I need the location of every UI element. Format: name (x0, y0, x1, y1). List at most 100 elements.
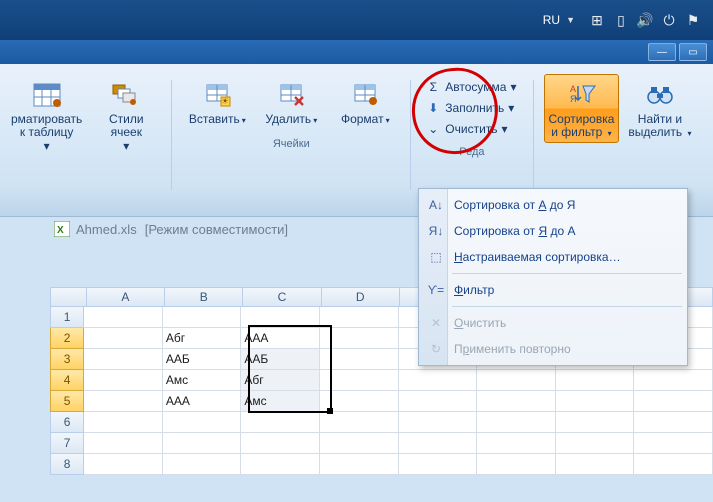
cell-D6[interactable] (320, 412, 399, 433)
cell-E8[interactable] (399, 454, 478, 475)
chevron-down-icon: ▾ (44, 139, 50, 153)
cell-A1[interactable] (84, 307, 163, 328)
power-icon[interactable]: ⏻ (660, 12, 678, 29)
maximize-button[interactable]: ▭ (679, 43, 707, 61)
table-icon (31, 79, 63, 111)
cell-A3[interactable] (84, 349, 163, 370)
format-cells-icon (349, 79, 381, 111)
cell-C6[interactable] (241, 412, 320, 433)
cell-H4[interactable] (634, 370, 713, 391)
cell-C5[interactable]: Амс (241, 391, 320, 412)
filter-icon: Ƴ= (427, 283, 445, 297)
cell-A8[interactable] (84, 454, 163, 475)
clear-button[interactable]: ⌄ Очистить ▾ (421, 120, 520, 138)
cell-D5[interactable] (320, 391, 399, 412)
row-header[interactable]: 1 (50, 307, 84, 328)
volume-icon[interactable]: 🔊 (636, 12, 654, 29)
cell-B7[interactable] (163, 433, 242, 454)
autosum-button[interactable]: Σ Автосумма ▾ (421, 78, 520, 96)
cell-F6[interactable] (477, 412, 556, 433)
row-header[interactable]: 7 (50, 433, 84, 454)
cell-A2[interactable] (84, 328, 163, 349)
format-as-table-button[interactable]: рматировать к таблицу▾ (6, 74, 87, 156)
cell-F8[interactable] (477, 454, 556, 475)
cell-H6[interactable] (634, 412, 713, 433)
cell-C2[interactable]: ААА (241, 328, 320, 349)
cell-B8[interactable] (163, 454, 242, 475)
cell-B4[interactable]: Амс (163, 370, 242, 391)
menu-custom-sort[interactable]: ⬚ Настраиваемая сортировка… (422, 244, 684, 270)
cell-D7[interactable] (320, 433, 399, 454)
menu-sort-az[interactable]: А↓ Сортировка от А до Я (422, 192, 684, 218)
cell-B1[interactable] (163, 307, 242, 328)
cell-C1[interactable] (241, 307, 320, 328)
group-sort-find: АЯ Сортировка и фильтр ▾ Найти и выделит… (538, 74, 703, 163)
row-header[interactable]: 5 (50, 391, 84, 412)
insert-button[interactable]: ☀ Вставить▾ (182, 74, 252, 130)
sort-za-icon: Я↓ (427, 224, 445, 238)
cell-C3[interactable]: ААБ (241, 349, 320, 370)
col-header[interactable]: C (243, 287, 321, 307)
cell-G4[interactable] (556, 370, 635, 391)
windows-icon[interactable]: ⊞ (588, 12, 606, 29)
delete-button[interactable]: Удалить▾ (256, 74, 326, 130)
find-select-button[interactable]: Найти и выделить ▾ (623, 74, 696, 143)
cell-F5[interactable] (477, 391, 556, 412)
cell-E4[interactable] (399, 370, 478, 391)
cell-F7[interactable] (477, 433, 556, 454)
cell-B3[interactable]: ААБ (163, 349, 242, 370)
cell-D2[interactable] (320, 328, 399, 349)
cell-F4[interactable] (477, 370, 556, 391)
select-all-corner[interactable] (50, 287, 87, 307)
col-header[interactable]: B (165, 287, 243, 307)
cell-B6[interactable] (163, 412, 242, 433)
cell-D3[interactable] (320, 349, 399, 370)
row-header[interactable]: 6 (50, 412, 84, 433)
flag-icon[interactable]: ⚑ (684, 12, 702, 29)
cell-G7[interactable] (556, 433, 635, 454)
cell-C7[interactable] (241, 433, 320, 454)
cell-A6[interactable] (84, 412, 163, 433)
fill-button[interactable]: ⬇ Заполнить ▾ (421, 99, 520, 117)
menu-filter[interactable]: Ƴ= Фильтр (422, 277, 684, 303)
cell-G5[interactable] (556, 391, 635, 412)
row-header[interactable]: 8 (50, 454, 84, 475)
sort-filter-button[interactable]: АЯ Сортировка и фильтр ▾ (544, 74, 620, 143)
cell-E5[interactable] (399, 391, 478, 412)
cell-C8[interactable] (241, 454, 320, 475)
cell-B2[interactable]: Абг (163, 328, 242, 349)
cell-E7[interactable] (399, 433, 478, 454)
language-indicator[interactable]: RU (543, 13, 560, 27)
chevron-down-icon: ▾ (242, 116, 246, 125)
format-button[interactable]: Формат▾ (330, 74, 400, 130)
cell-C4[interactable]: Абг (241, 370, 320, 391)
row-header[interactable]: 2 (50, 328, 84, 349)
svg-text:А: А (570, 84, 576, 94)
cell-H8[interactable] (634, 454, 713, 475)
cell-D1[interactable] (320, 307, 399, 328)
cell-A5[interactable] (84, 391, 163, 412)
binoculars-icon (644, 79, 676, 111)
cell-B5[interactable]: ААА (163, 391, 242, 412)
battery-icon[interactable]: ▯ (612, 12, 630, 29)
cell-H7[interactable] (634, 433, 713, 454)
chevron-down-icon: ▼ (566, 15, 575, 25)
cell-D4[interactable] (320, 370, 399, 391)
cell-G6[interactable] (556, 412, 635, 433)
col-header[interactable]: A (87, 287, 165, 307)
cell-H5[interactable] (634, 391, 713, 412)
row-header[interactable]: 4 (50, 370, 84, 391)
cell-E6[interactable] (399, 412, 478, 433)
menu-sort-za[interactable]: Я↓ Сортировка от Я до А (422, 218, 684, 244)
col-header[interactable]: D (322, 287, 400, 307)
grid-row: 8 (50, 454, 713, 475)
cell-A7[interactable] (84, 433, 163, 454)
cell-styles-button[interactable]: Стили ячеек▾ (91, 74, 161, 156)
row-header[interactable]: 3 (50, 349, 84, 370)
grid-row: 7 (50, 433, 713, 454)
eraser-icon: ⌄ (425, 121, 441, 137)
cell-A4[interactable] (84, 370, 163, 391)
cell-D8[interactable] (320, 454, 399, 475)
cell-G8[interactable] (556, 454, 635, 475)
minimize-button[interactable]: — (648, 43, 676, 61)
